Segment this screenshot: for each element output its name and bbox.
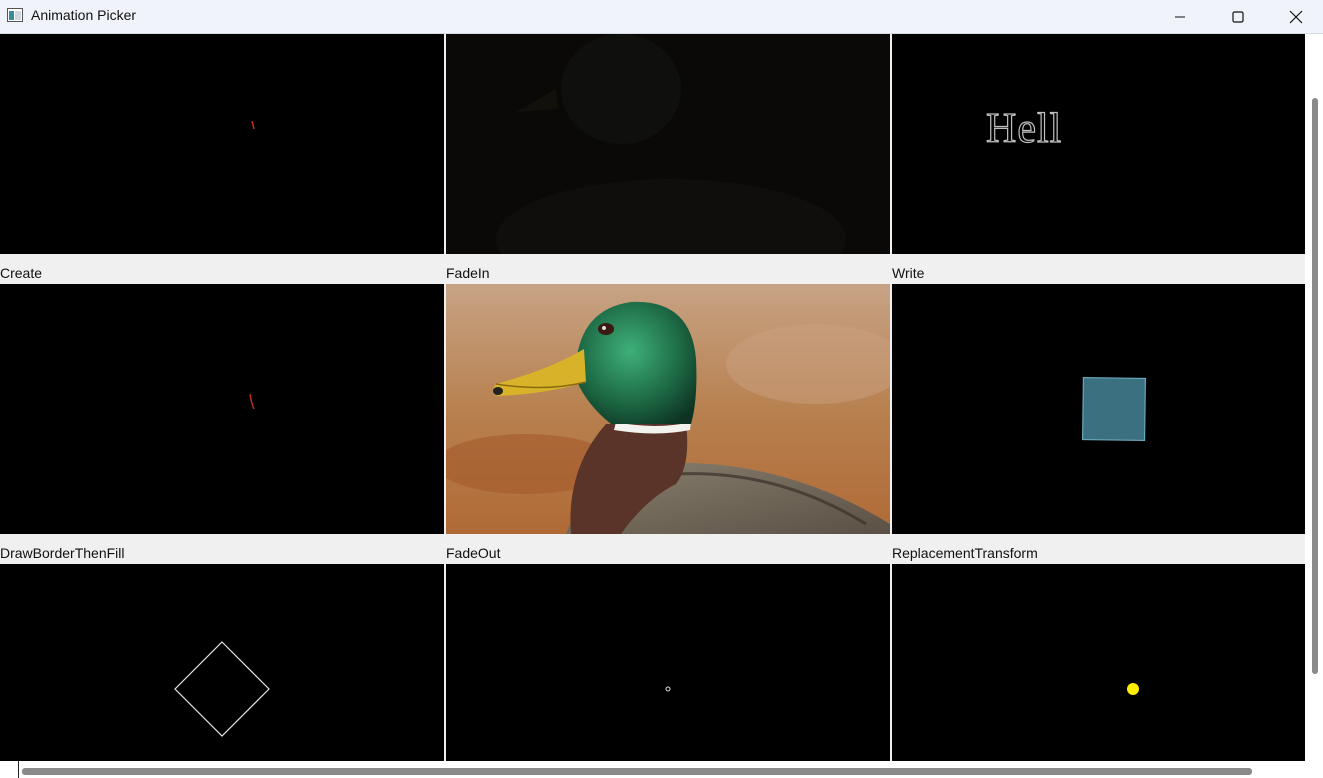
write-text-graphic: Hell bbox=[985, 105, 1063, 152]
preview-create[interactable] bbox=[0, 34, 444, 254]
horizontal-scroll-thumb[interactable] bbox=[22, 768, 1252, 775]
window-title: Animation Picker bbox=[31, 7, 137, 23]
drawborder-stroke-graphic bbox=[249, 393, 255, 410]
preview-replacementtransform[interactable] bbox=[892, 284, 1305, 534]
small-dot-graphic bbox=[665, 686, 671, 692]
yellow-dot-graphic bbox=[1127, 683, 1139, 695]
animation-grid: Hell Create FadeIn Write DrawBorderThenF… bbox=[0, 34, 1305, 761]
minimize-button[interactable] bbox=[1151, 0, 1209, 33]
preview-fadeout[interactable] bbox=[446, 284, 890, 534]
fadein-duck-image bbox=[446, 34, 890, 254]
square-graphic bbox=[1081, 376, 1147, 442]
vertical-scroll-thumb[interactable] bbox=[1312, 98, 1318, 674]
preview-write[interactable]: Hell bbox=[892, 34, 1305, 254]
maximize-icon bbox=[1232, 10, 1244, 23]
vertical-scrollbar[interactable] bbox=[1305, 34, 1323, 761]
scrollbar-edge bbox=[18, 761, 19, 778]
fadeout-duck-image bbox=[446, 284, 890, 534]
column-divider bbox=[890, 34, 892, 761]
preview-diamond[interactable] bbox=[0, 564, 444, 761]
close-icon bbox=[1289, 10, 1303, 23]
preview-yellow-dot[interactable] bbox=[892, 564, 1305, 761]
caption-drawborderthenfill: DrawBorderThenFill bbox=[0, 534, 444, 564]
caption-replacementtransform: ReplacementTransform bbox=[892, 534, 1305, 564]
column-divider bbox=[444, 34, 446, 761]
preview-drawborderthenfill[interactable] bbox=[0, 284, 444, 534]
diamond-graphic bbox=[174, 641, 270, 737]
maximize-button[interactable] bbox=[1209, 0, 1267, 33]
caption-fadeout: FadeOut bbox=[446, 534, 890, 564]
preview-dot[interactable] bbox=[446, 564, 890, 761]
caption-create: Create bbox=[0, 254, 444, 284]
preview-fadein[interactable] bbox=[446, 34, 890, 254]
caption-write: Write bbox=[892, 254, 1305, 284]
app-window-icon bbox=[7, 8, 23, 22]
window-titlebar: Animation Picker bbox=[0, 0, 1323, 34]
create-stroke-graphic bbox=[251, 120, 255, 130]
close-button[interactable] bbox=[1267, 0, 1323, 33]
horizontal-scrollbar[interactable] bbox=[0, 761, 1323, 778]
caption-fadein: FadeIn bbox=[446, 254, 890, 284]
minimize-icon bbox=[1175, 16, 1185, 17]
